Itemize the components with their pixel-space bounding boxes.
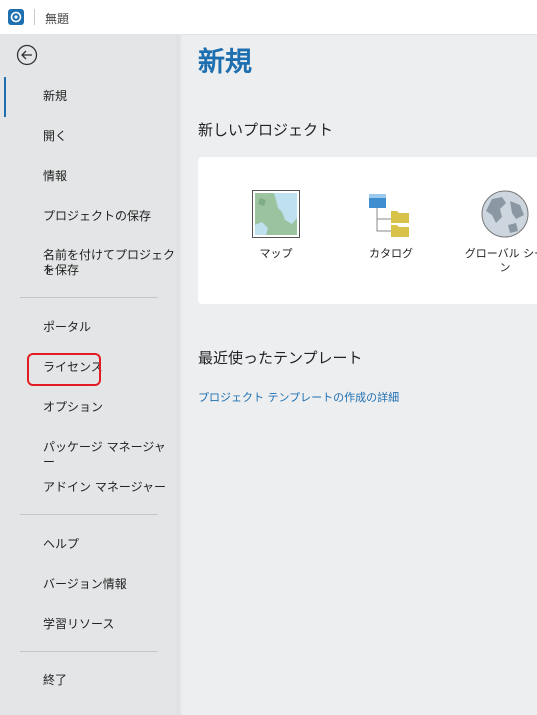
recent-templates-heading: 最近使ったテンプレート xyxy=(198,349,363,367)
catalog-icon xyxy=(369,194,409,237)
tile-label: マップ xyxy=(259,247,293,260)
tile-catalog[interactable]: カタログ xyxy=(351,185,431,265)
sidebar-item-label: 新規 xyxy=(43,89,68,103)
tile-global-scene[interactable]: グローバル シー ン xyxy=(462,185,537,285)
sidebar-item-label: アドイン マネージャー xyxy=(43,480,166,494)
page-title: 新規 xyxy=(198,47,252,78)
globe-icon xyxy=(481,190,529,238)
new-project-heading: 新しいプロジェクト xyxy=(198,121,334,139)
sidebar-item-label: ポータル xyxy=(43,320,92,334)
sidebar-item-label: 終了 xyxy=(43,673,68,687)
sidebar-item-save-project-as[interactable]: 名前を付けてプロジェクト を保存 xyxy=(0,248,177,278)
tile-label-line2: ン xyxy=(499,261,511,274)
template-details-link[interactable]: プロジェクト テンプレートの作成の詳細 xyxy=(198,389,399,405)
sidebar-divider xyxy=(20,651,158,652)
active-indicator xyxy=(4,77,6,117)
app-logo-icon xyxy=(8,9,24,25)
sidebar-item-label: パッケージ マネージャー xyxy=(43,440,166,469)
sidebar-item-label-line2: を保存 xyxy=(43,263,80,277)
new-project-card: マップ カタログ グローバル シー ン xyxy=(198,157,537,304)
title-bar: 無題 xyxy=(0,0,537,35)
main-panel: 新規 新しいプロジェクト マップ カタログ グローバル シ ン 最近使ったテンプ… xyxy=(183,35,537,715)
tile-label: カタログ xyxy=(369,247,413,260)
sidebar-item-label: プロジェクトの保存 xyxy=(43,209,152,223)
map-icon xyxy=(252,190,300,238)
sidebar-item-label: 開く xyxy=(43,129,68,143)
sidebar-item-label: 情報 xyxy=(43,169,68,183)
sidebar-divider xyxy=(20,514,158,515)
window-title: 無題 xyxy=(45,12,70,26)
sidebar-item-label: バージョン情報 xyxy=(43,577,127,591)
options-highlight xyxy=(27,353,101,386)
tile-map[interactable]: マップ xyxy=(236,185,316,265)
sidebar-divider xyxy=(20,297,158,298)
back-arrow-icon[interactable] xyxy=(16,44,38,66)
sidebar-item-label: オプション xyxy=(43,400,104,414)
sidebar-item-label: 学習リソース xyxy=(43,617,115,631)
title-separator xyxy=(34,9,35,25)
sidebar-item-label: ヘルプ xyxy=(43,537,80,551)
